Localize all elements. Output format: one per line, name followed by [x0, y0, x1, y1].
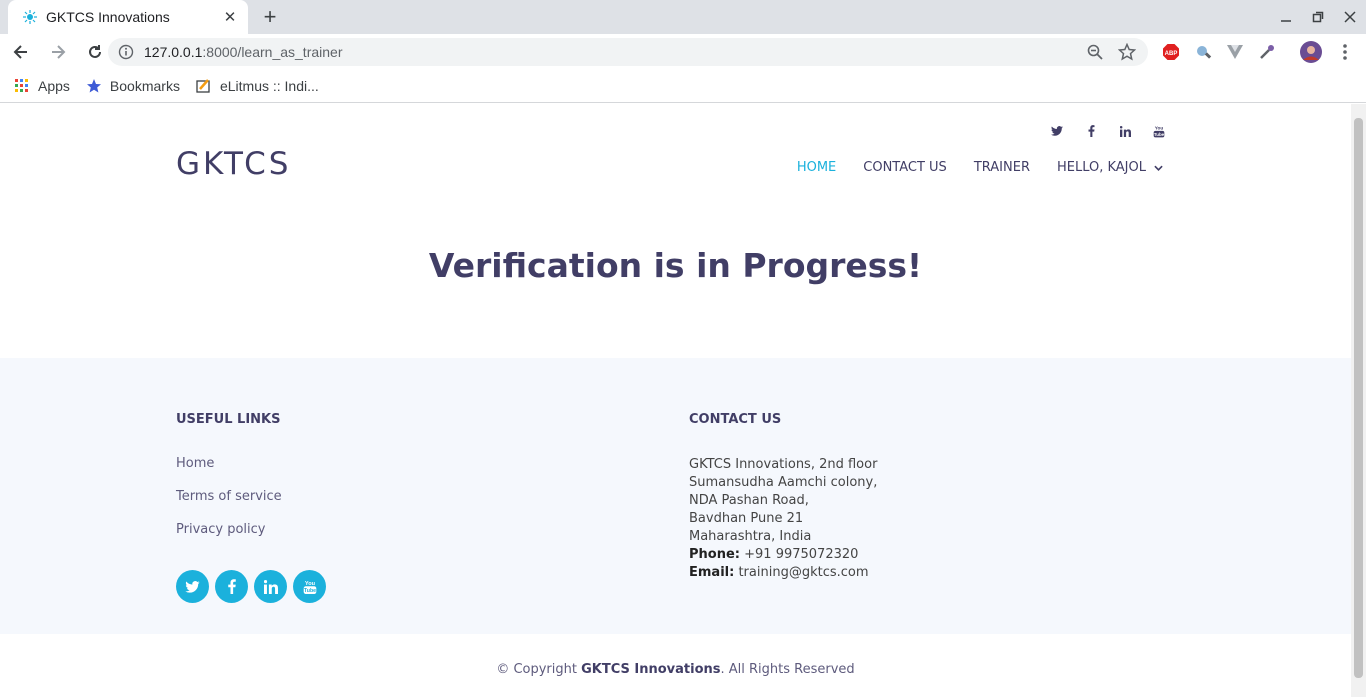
url-text: 127.0.0.1:8000/learn_as_trainer	[144, 44, 1074, 60]
svg-text:Tube: Tube	[303, 588, 315, 594]
tab-close-icon[interactable]: ✕	[222, 8, 238, 26]
footer-facebook-icon[interactable]	[215, 570, 248, 603]
svg-text:Tube: Tube	[1154, 131, 1165, 136]
window-controls	[1270, 0, 1366, 34]
address-line: Sumansudha Aamchi colony,	[689, 475, 878, 490]
email-address: training@gktcs.com	[738, 565, 869, 580]
contact-us-heading: CONTACT US	[689, 412, 782, 427]
bookmark-apps[interactable]: Apps	[14, 78, 70, 94]
nav-trainer[interactable]: TRAINER	[974, 160, 1030, 175]
phone-number: +91 9975072320	[744, 547, 859, 562]
footer-link-home[interactable]: Home	[176, 456, 282, 489]
tab-bar: GKTCS Innovations ✕ +	[0, 0, 1366, 34]
site-footer: USEFUL LINKS Home Terms of service Priva…	[0, 358, 1351, 634]
new-tab-icon[interactable]: +	[258, 5, 282, 29]
contact-details: GKTCS Innovations, 2nd floor Sumansudha …	[689, 456, 877, 582]
copyright-prefix: © Copyright	[496, 662, 577, 677]
adblock-icon[interactable]: ABP	[1160, 41, 1182, 63]
phone-label: Phone:	[689, 547, 740, 562]
tab-title: GKTCS Innovations	[46, 9, 170, 25]
nav-home[interactable]: HOME	[797, 160, 836, 175]
facebook-icon[interactable]	[1074, 122, 1108, 140]
footer-linkedin-icon[interactable]	[254, 570, 287, 603]
browser-toolbar: 127.0.0.1:8000/learn_as_trainer ABP	[0, 34, 1366, 70]
url-path: :8000/learn_as_trainer	[202, 44, 343, 60]
youtube-icon[interactable]: You Tube	[1142, 122, 1176, 140]
bookmark-bookmarks[interactable]: Bookmarks	[86, 78, 180, 94]
bookmarks-bar: Apps Bookmarks eLitmus :: Indi...	[0, 70, 1366, 103]
email-label: Email:	[689, 565, 735, 580]
footer-social-links: You Tube	[176, 570, 332, 603]
close-window-icon[interactable]	[1334, 0, 1366, 34]
page-scrollbar[interactable]	[1351, 104, 1366, 697]
back-icon[interactable]	[5, 36, 37, 68]
zoom-out-icon[interactable]	[1084, 41, 1106, 63]
restore-icon[interactable]	[1302, 0, 1334, 34]
footer-link-privacy[interactable]: Privacy policy	[176, 522, 282, 555]
address-bar[interactable]: 127.0.0.1:8000/learn_as_trainer	[108, 38, 1148, 66]
footer-youtube-icon[interactable]: You Tube	[293, 570, 326, 603]
elitmus-favicon	[196, 78, 212, 94]
svg-text:You: You	[304, 580, 315, 586]
header-social-links: You Tube	[1040, 122, 1176, 140]
profile-avatar[interactable]	[1300, 41, 1322, 63]
chevron-down-icon	[1154, 160, 1163, 175]
nav-user-menu[interactable]: HELLO, KAJOL	[1057, 160, 1163, 175]
bookmark-label: eLitmus :: Indi...	[219, 78, 319, 94]
linkedin-icon[interactable]	[1108, 122, 1142, 140]
address-line: GKTCS Innovations, 2nd floor	[689, 457, 878, 472]
bookmark-star-icon[interactable]	[1116, 41, 1138, 63]
email-row: Email: training@gktcs.com	[689, 564, 877, 582]
svg-text:ABP: ABP	[1165, 51, 1178, 57]
apps-grid-icon	[14, 78, 30, 94]
twitter-icon[interactable]	[1040, 122, 1074, 140]
bookmark-elitmus[interactable]: eLitmus :: Indi...	[196, 78, 319, 94]
scrollbar-thumb[interactable]	[1354, 118, 1363, 678]
useful-links-heading: USEFUL LINKS	[176, 412, 281, 427]
user-greeting: HELLO, KAJOL	[1056, 160, 1146, 175]
address-line: Bavdhan Pune 21	[689, 511, 804, 526]
minimize-icon[interactable]	[1270, 0, 1302, 34]
reload-icon[interactable]	[79, 36, 111, 68]
url-host: 127.0.0.1	[144, 44, 203, 60]
phone-row: Phone: +91 9975072320	[689, 546, 877, 564]
bookmark-label: Apps	[38, 78, 70, 94]
footer-twitter-icon[interactable]	[176, 570, 209, 603]
vue-devtools-icon[interactable]	[1224, 41, 1246, 63]
main-nav: HOME CONTACT US TRAINER HELLO, KAJOL	[770, 160, 1163, 175]
svg-text:You: You	[1155, 125, 1164, 131]
page-viewport: You Tube GKTCS HOME CONTACT US TRAINER HE…	[0, 104, 1351, 697]
site-favicon-icon	[22, 9, 38, 25]
browser-menu-icon[interactable]	[1334, 41, 1356, 63]
footer-link-terms[interactable]: Terms of service	[176, 489, 282, 522]
eyedropper-icon[interactable]	[1256, 41, 1278, 63]
page-title: Verification is in Progress!	[428, 246, 923, 285]
address-line: Maharashtra, India	[689, 529, 812, 544]
forward-icon[interactable]	[42, 36, 74, 68]
bookmark-label: Bookmarks	[109, 78, 180, 94]
info-icon[interactable]	[118, 44, 134, 60]
star-icon	[86, 78, 102, 94]
copyright-brand: GKTCS Innovations	[581, 662, 721, 677]
useful-links-list: Home Terms of service Privacy policy	[176, 456, 282, 555]
copyright-suffix: . All Rights Reserved	[720, 662, 855, 677]
satellite-extension-icon[interactable]	[1192, 41, 1214, 63]
nav-contact-us[interactable]: CONTACT US	[863, 160, 947, 175]
address-line: NDA Pashan Road,	[689, 493, 809, 508]
site-logo[interactable]: GKTCS	[176, 146, 291, 182]
browser-tab[interactable]: GKTCS Innovations ✕	[8, 0, 248, 34]
copyright-notice: © Copyright GKTCS Innovations. All Right…	[0, 662, 1351, 677]
